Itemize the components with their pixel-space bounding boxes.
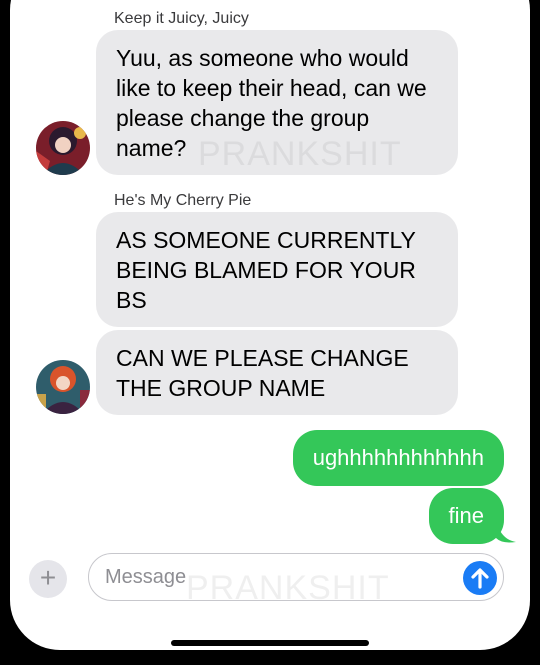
send-button[interactable] bbox=[463, 561, 497, 595]
message-placeholder: Message bbox=[105, 566, 187, 588]
message-text: fine bbox=[448, 503, 484, 528]
home-indicator bbox=[171, 640, 369, 646]
plus-icon[interactable]: + bbox=[29, 560, 67, 598]
outgoing-message-bubble[interactable]: ughhhhhhhhhhhh bbox=[292, 430, 504, 486]
arrow-up-icon bbox=[471, 568, 489, 589]
sender-name: Keep it Juicy, Juicy bbox=[114, 10, 249, 27]
avatar[interactable] bbox=[36, 121, 90, 175]
message-text: AS SOMEONE CURRENTLY BEING BLAMED FOR YO… bbox=[116, 227, 416, 313]
outgoing-message-bubble[interactable]: fine bbox=[428, 488, 504, 544]
message-text: Yuu, as someone who would like to keep t… bbox=[116, 45, 427, 161]
message-text: CAN WE PLEASE CHANGE THE GROUP NAME bbox=[116, 345, 409, 401]
incoming-message-bubble[interactable]: CAN WE PLEASE CHANGE THE GROUP NAME bbox=[96, 330, 458, 415]
message-input-bar: + Message bbox=[10, 550, 530, 610]
incoming-message-bubble[interactable]: Yuu, as someone who would like to keep t… bbox=[96, 30, 458, 175]
message-field[interactable]: Message bbox=[88, 553, 504, 601]
phone-screen: Keep it Juicy, Juicy Yuu, as someone who… bbox=[10, 0, 530, 650]
avatar[interactable] bbox=[36, 360, 90, 414]
sender-name: He's My Cherry Pie bbox=[114, 192, 252, 209]
message-text: ughhhhhhhhhhhh bbox=[312, 445, 484, 470]
incoming-message-bubble[interactable]: AS SOMEONE CURRENTLY BEING BLAMED FOR YO… bbox=[96, 212, 458, 327]
bubble-tail bbox=[496, 522, 516, 543]
